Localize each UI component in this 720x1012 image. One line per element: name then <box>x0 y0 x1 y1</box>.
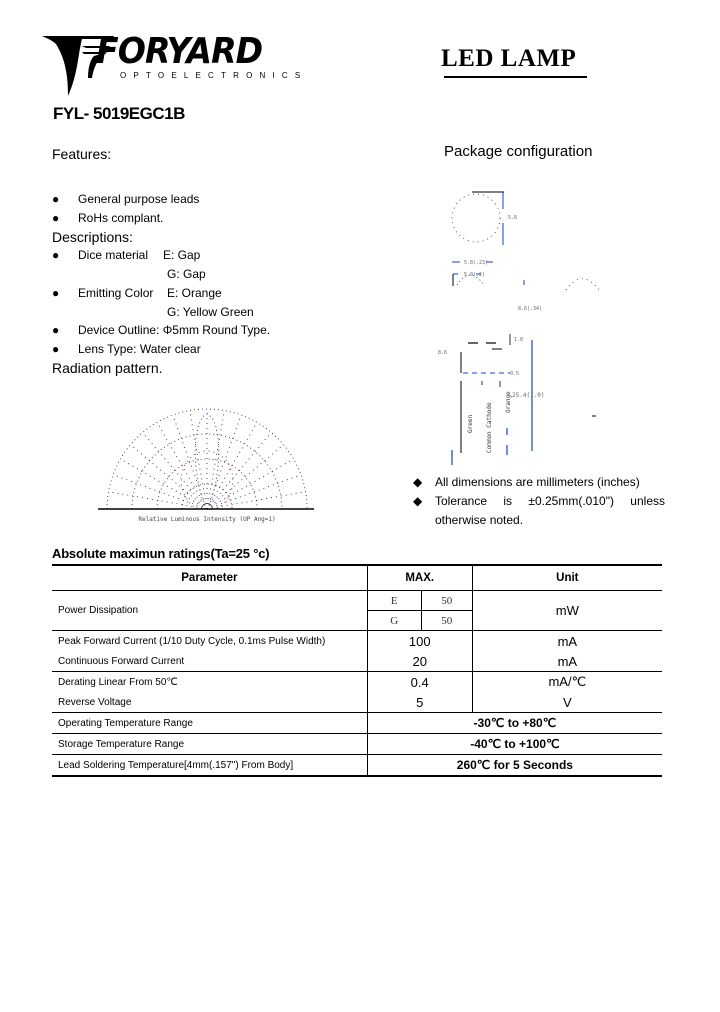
lead-label-green: Green <box>467 415 474 433</box>
grid-ray <box>112 474 208 510</box>
parameter-cell: Operating Temperature Range <box>52 712 368 734</box>
unit-value: mA <box>557 633 578 649</box>
max-value: 50 <box>421 590 473 611</box>
grid-ray <box>108 491 208 510</box>
param-power-dissipation: Power Dissipation <box>52 590 368 631</box>
chip-code: G <box>367 610 422 631</box>
max-value: 20 <box>367 651 473 672</box>
range-value: 260℃ for 5 Seconds <box>367 754 662 777</box>
header-unit: Unit <box>472 564 662 591</box>
max-value: 0.4 <box>367 671 473 692</box>
unit-value: V <box>472 692 662 713</box>
table-row: Lead Soldering Temperature[4mm(.157") Fr… <box>52 754 662 777</box>
brand-subtitle: OPTOELECTRONICS <box>120 71 308 80</box>
descriptions-heading: Descriptions: <box>52 229 133 245</box>
grid-ray <box>206 410 225 510</box>
part-number: FYL- 5019EGC1B <box>53 104 185 123</box>
parameter-cell: Storage Temperature Range <box>52 733 368 755</box>
dimension-text: 1.0 <box>514 337 523 343</box>
ratings-table: Parameter MAX. Unit Power Dissipation E … <box>52 564 662 777</box>
grid-ray <box>206 432 272 510</box>
dimension-text: 8.6 <box>438 350 447 356</box>
range-value: -40℃ to +100℃ <box>367 733 662 755</box>
dimension-text: 5.8(.23) <box>464 260 488 266</box>
table-header-row: Parameter MAX. Unit <box>52 564 662 591</box>
package-drawing: 5.6 5.8(.23) 5.0(.2) 8.6(.34) 1.0 25.4(1… <box>430 185 630 465</box>
radiation-axis-label: Relative Luminous Intensity (UP Ang=1) <box>138 516 275 523</box>
top-view-outline <box>451 193 501 243</box>
parameter-cell: Peak Forward Current (1/10 Duty Cycle, 0… <box>52 630 368 651</box>
grid-arc <box>131 433 283 510</box>
grid-ray <box>206 491 306 510</box>
dimension-text: 8.6(.34) <box>518 306 542 312</box>
parameter-cell: Continuous Forward Current <box>52 651 368 672</box>
grid-ray <box>120 458 208 510</box>
header-parameter: Parameter <box>52 564 368 591</box>
max-value: 50 <box>421 610 473 631</box>
package-notes: ◆ All dimensions are millimeters (inches… <box>413 473 665 530</box>
ratings-title: Absolute maximun ratings(Ta=25 °c) <box>52 546 270 561</box>
grid-ray <box>206 474 302 510</box>
unit-value: mW <box>472 590 662 631</box>
package-heading: Package configuration <box>444 143 593 160</box>
grid-ray <box>189 410 208 510</box>
grid-ray <box>206 414 242 510</box>
radiation-pattern-plot: Relative Luminous Intensity (UP Ang=1) <box>92 400 332 528</box>
max-value: 100 <box>367 630 473 651</box>
features-heading: Features: <box>52 146 112 162</box>
bullet-icon: ● <box>52 211 60 225</box>
bullet-icon: ● <box>52 248 60 262</box>
dimension-text: 0.5 <box>510 371 519 377</box>
diamond-bullet-icon: ◆ <box>413 494 423 508</box>
parameter-cell: Lead Soldering Temperature[4mm(.157") Fr… <box>52 754 368 777</box>
chip-code: E <box>367 590 422 611</box>
grid-arc <box>181 483 233 510</box>
lead-label-common-cathode: Common Cathode <box>486 402 493 453</box>
parameter-cell: Derating Linear From 50℃ <box>52 671 368 692</box>
lead-length-text: 25.4(1.0) <box>512 392 545 399</box>
header-max: MAX. <box>367 564 473 591</box>
table-row: Storage Temperature Range -40℃ to +100℃ <box>52 733 662 755</box>
dimension-text: 5.0(.2) <box>464 272 485 278</box>
grid-ray <box>206 422 258 510</box>
title-underline <box>444 76 587 78</box>
bullet-icon: ● <box>52 323 60 337</box>
note-item: ◆ Tolerance is ±0.25mm(.010") unless oth… <box>413 492 665 530</box>
dimension-text: 5.6 <box>508 215 517 221</box>
lead-label-orange: Orange <box>505 391 512 413</box>
grid-arc <box>106 408 308 510</box>
unit-value: mA/℃ <box>548 674 587 689</box>
bullet-icon: ● <box>52 286 60 300</box>
table-row: Power Dissipation E 50 mW <box>52 590 662 631</box>
table-row: Derating Linear From 50℃ 0.4 mA/℃ <box>52 671 662 692</box>
grid-ray <box>142 432 208 510</box>
max-value: 5 <box>367 692 473 713</box>
bullet-icon: ● <box>52 192 60 206</box>
bullet-icon: ● <box>52 342 60 356</box>
brand-name: FORYARD <box>96 31 263 72</box>
grid-ray <box>156 422 208 510</box>
range-value: -30℃ to +80℃ <box>367 712 662 734</box>
orange-intensity-curve <box>180 450 234 510</box>
grid-ray <box>206 458 294 510</box>
table-row: Peak Forward Current (1/10 Duty Cycle, 0… <box>52 630 662 651</box>
polar-grid <box>106 408 308 510</box>
diamond-bullet-icon: ◆ <box>413 475 423 489</box>
radiation-heading: Radiation pattern. <box>52 360 163 376</box>
unit-value: mA <box>472 651 662 672</box>
note-item: ◆ All dimensions are millimeters (inches… <box>413 473 665 492</box>
document-title: LED LAMP <box>441 45 577 72</box>
table-row: Continuous Forward Current 20 mA <box>52 651 662 672</box>
table-row: Reverse Voltage 5 V <box>52 692 662 713</box>
table-row: Operating Temperature Range -30℃ to +80℃ <box>52 712 662 734</box>
parameter-cell: Reverse Voltage <box>52 692 368 713</box>
